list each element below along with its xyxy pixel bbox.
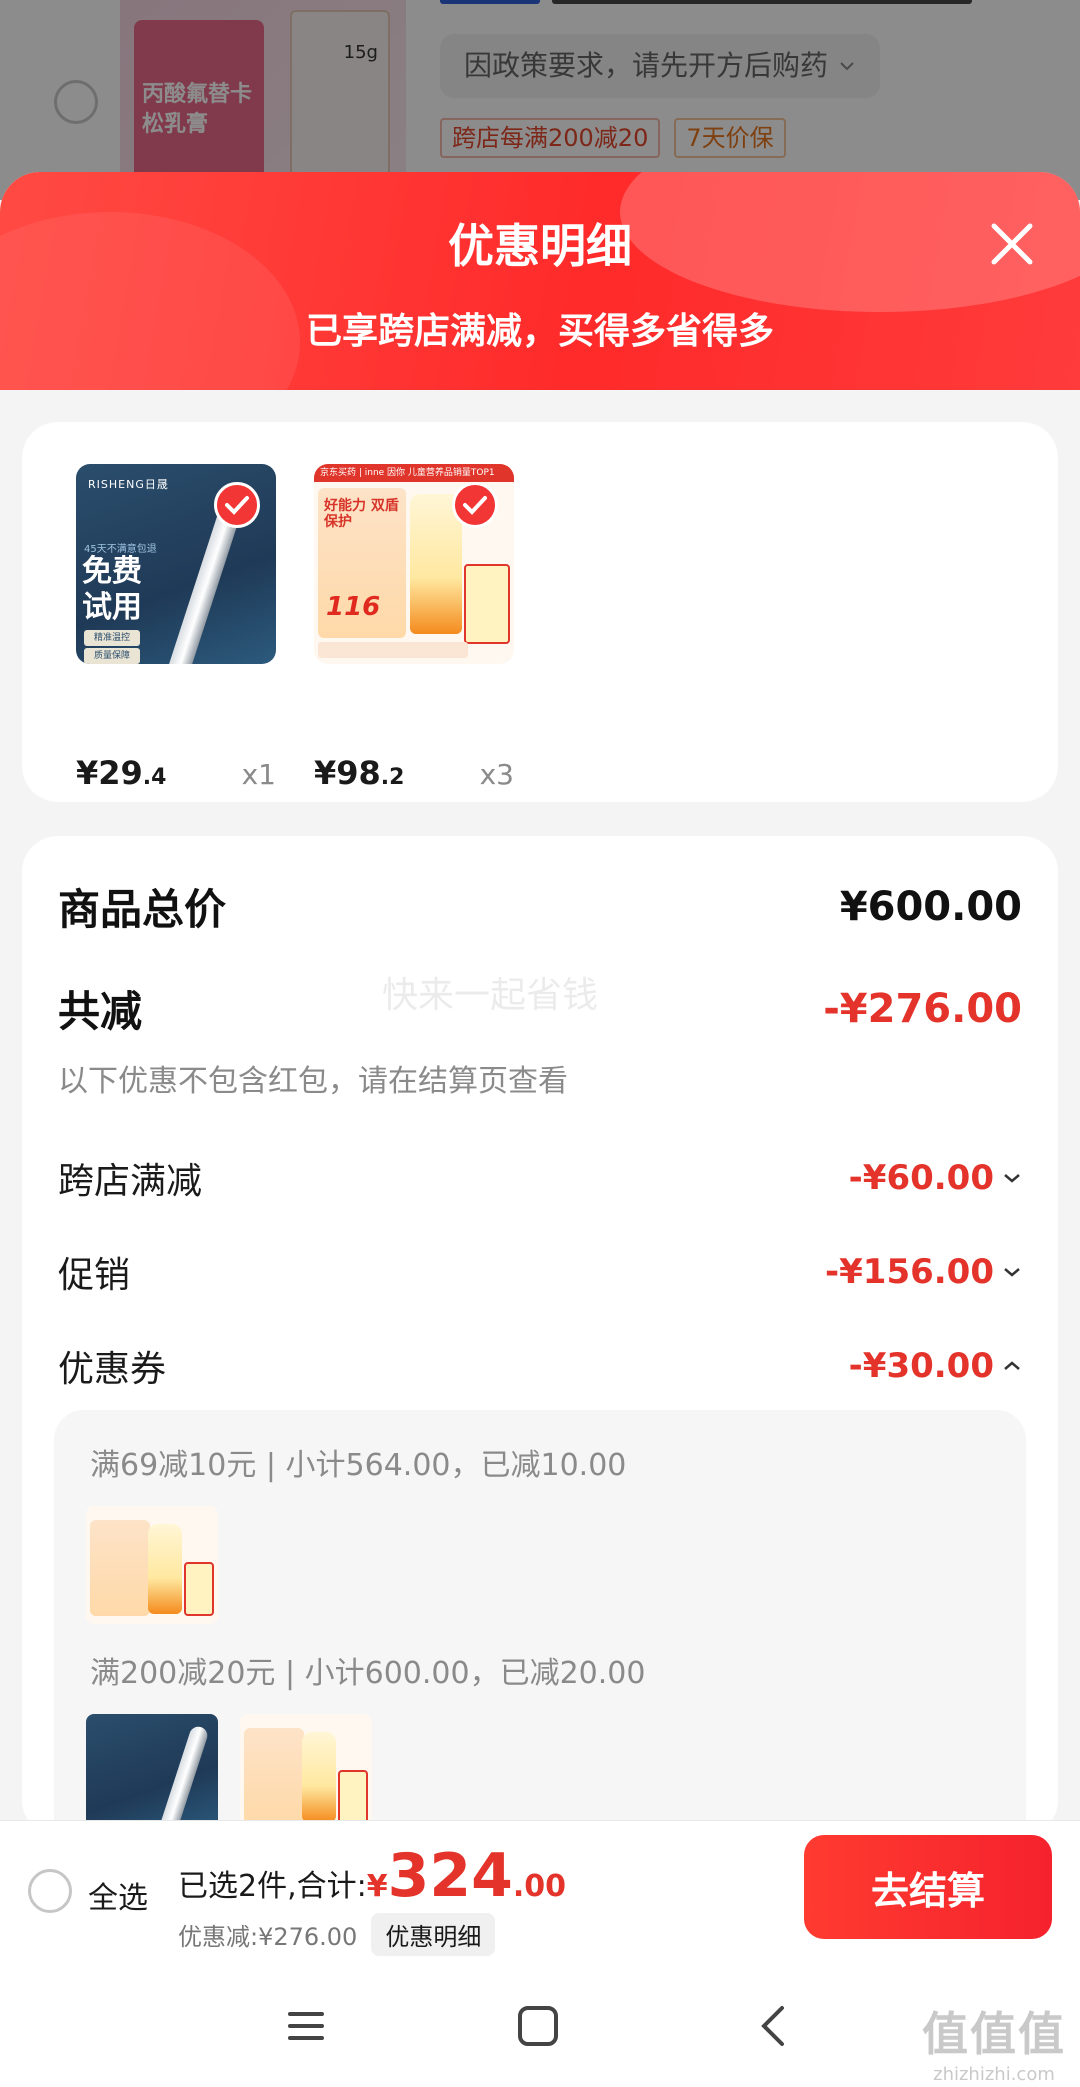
discount-line-amount: -¥30.00: [848, 1346, 994, 1386]
item-qty: x3: [479, 758, 514, 791]
total-amount: 324: [387, 1841, 513, 1911]
back-icon[interactable]: [744, 2000, 804, 2052]
coupon-product-thumb[interactable]: [86, 1506, 218, 1624]
selected-check-icon: [452, 482, 498, 528]
site-watermark-logo: 值值值: [922, 2007, 1066, 2061]
discount-line-amount: -¥60.00: [848, 1158, 994, 1198]
price-dec: .4: [142, 765, 167, 790]
product-box: [184, 1562, 214, 1616]
chevron-down-icon: [1004, 1268, 1020, 1277]
discount-line-label: 优惠券: [58, 1349, 167, 1390]
overlay-dim[interactable]: [0, 0, 1080, 200]
select-all-radio[interactable]: [28, 1869, 72, 1913]
discount-line-value: -¥60.00: [849, 1158, 1022, 1198]
price-int: ¥98: [314, 754, 381, 792]
item-price: ¥29.4: [76, 754, 166, 792]
coupon-details: 满69减10元 | 小计564.00，已减10.00 满200减20元 | 小计…: [54, 1410, 1026, 1822]
product-title-line: 免费: [82, 554, 142, 589]
discount-line-label: 促销: [58, 1255, 131, 1296]
currency-symbol: ¥: [366, 1869, 388, 1904]
total-line: 已选2件,合计: ¥ 324 .00: [178, 1841, 566, 1911]
discount-line-promotion[interactable]: 促销 -¥156.00: [58, 1246, 1022, 1298]
product-box: [464, 564, 510, 644]
product-bottle: [302, 1732, 336, 1822]
discount-line-coupon[interactable]: 优惠券 -¥30.00: [58, 1340, 1022, 1392]
product-panel: [90, 1520, 150, 1616]
total-price-row: 商品总价 ¥600.00: [58, 876, 1022, 937]
item-price-row: ¥29.4 x1: [76, 754, 276, 792]
product-image-price: 116: [326, 592, 381, 622]
heater-rod: [152, 1724, 210, 1822]
product-brand: RISHENG日晟: [88, 478, 169, 491]
chevron-up-icon: [1004, 1361, 1020, 1370]
product-small-text: 45天不满意包退: [84, 544, 157, 555]
product-tag: 精准温控: [84, 630, 140, 646]
product-title-line: 试用: [82, 590, 142, 625]
product-image[interactable]: RISHENG日晟 45天不满意包退 免费 试用 精准温控 质量保障: [76, 464, 276, 664]
menu-icon[interactable]: [276, 2000, 336, 2052]
product-tag: 质量保障: [84, 648, 140, 664]
item-card[interactable]: RISHENG日晟 45天不满意包退 免费 试用 精准温控 质量保障 ¥29.4…: [76, 464, 276, 792]
total-price-label: 商品总价: [58, 885, 227, 934]
item-card[interactable]: 京东买药 | inne 因你 儿童营养品销量TOP1 好能力 双盾保护 116 …: [314, 464, 514, 792]
chevron-down-icon: [1004, 1174, 1020, 1183]
checkout-bar: 全选 已选2件,合计: ¥ 324 .00 优惠减:¥276.00 优惠明细 去…: [0, 1820, 1080, 1960]
product-panel: [244, 1728, 304, 1822]
total-amount-decimal: .00: [512, 1869, 567, 1904]
discount-note: 以下优惠不包含红包，请在结算页查看: [58, 1064, 568, 1099]
item-qty: x1: [241, 758, 276, 791]
selected-count-text: 已选2件,合计:: [178, 1869, 367, 1904]
discount-detail-button[interactable]: 优惠明细: [371, 1913, 496, 1956]
product-bottle: [148, 1524, 182, 1614]
discount-line-amount: -¥156.00: [825, 1252, 994, 1292]
sheet-title: 优惠明细: [448, 219, 632, 273]
price-dec: .2: [380, 765, 405, 790]
select-all-label[interactable]: 全选: [88, 1873, 148, 1917]
product-panel: 好能力 双盾保护 116: [318, 488, 406, 638]
discount-line-label: 跨店满减: [58, 1161, 203, 1202]
background-cart: 丙酸氟替卡松乳膏 15g 因政策要求，请先开方后购药 跨店每满200减20 7天…: [0, 0, 1080, 200]
sheet-header: 优惠明细 已享跨店满减，买得多省得多: [0, 172, 1080, 390]
discount-total-text: 优惠减:¥276.00: [178, 1923, 358, 1951]
discount-line-cross-store[interactable]: 跨店满减 -¥60.00: [58, 1152, 1022, 1204]
coupon-product-thumb[interactable]: [86, 1714, 218, 1822]
discount-summary-card: 商品总价 ¥600.00 快来一起省钱 共减 -¥276.00 以下优惠不包含红…: [22, 836, 1058, 1822]
discount-line-value: -¥30.00: [849, 1346, 1022, 1386]
product-box: [338, 1770, 368, 1822]
product-band: 京东买药 | inne 因你 儿童营养品销量TOP1: [314, 464, 514, 482]
total-discount-row: 共减 -¥276.00: [58, 978, 1022, 1039]
selected-items-card: RISHENG日晟 45天不满意包退 免费 试用 精准温控 质量保障 ¥29.4…: [22, 422, 1058, 802]
product-headline: 好能力 双盾保护: [324, 498, 399, 530]
product-title: 免费 试用: [82, 554, 142, 626]
coupon-line: 满69减10元 | 小计564.00，已减10.00: [90, 1448, 627, 1483]
close-icon[interactable]: [984, 216, 1040, 272]
home-icon[interactable]: [508, 2000, 568, 2052]
discount-line-value: -¥156.00: [825, 1252, 1022, 1292]
coupon-line: 满200减20元 | 小计600.00，已减20.00: [90, 1656, 646, 1691]
total-discount-label: 共减: [58, 987, 143, 1036]
site-watermark-url: zhizhizhi.com: [933, 2064, 1055, 2085]
checkout-button[interactable]: 去结算: [804, 1835, 1052, 1939]
total-discount-value: -¥276.00: [823, 985, 1022, 1032]
price-int: ¥29: [76, 754, 143, 792]
sheet-subtitle: 已享跨店满减，买得多省得多: [305, 311, 774, 352]
product-foot: [318, 642, 468, 658]
selected-check-icon: [214, 482, 260, 528]
discount-detail-sheet: 优惠明细 已享跨店满减，买得多省得多 RISHENG日晟 45天不满意包退 免费…: [0, 172, 1080, 1822]
discount-line: 优惠减:¥276.00 优惠明细: [178, 1913, 496, 1956]
coupon-product-thumb[interactable]: [240, 1714, 372, 1822]
total-price-value: ¥600.00: [839, 883, 1022, 930]
item-price-row: ¥98.2 x3: [314, 754, 514, 792]
item-price: ¥98.2: [314, 754, 404, 792]
product-image[interactable]: 京东买药 | inne 因你 儿童营养品销量TOP1 好能力 双盾保护 116: [314, 464, 514, 664]
system-nav-bar: 值值值 zhizhizhi.com: [0, 1960, 1080, 2087]
site-watermark: 值值值 zhizhizhi.com: [922, 1998, 1066, 2085]
